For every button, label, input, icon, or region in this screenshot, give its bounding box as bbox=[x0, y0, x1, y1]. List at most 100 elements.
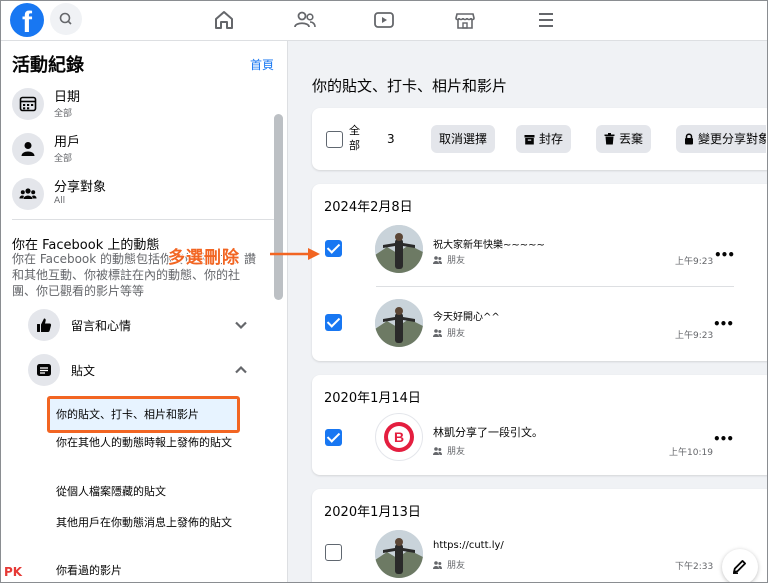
post-audience-label: 朋友 bbox=[447, 447, 466, 457]
post-audience-label: 朋友 bbox=[447, 256, 466, 266]
home-icon[interactable] bbox=[210, 6, 238, 34]
annotation-multi-delete: 多選刪除 bbox=[168, 248, 240, 268]
filter-audience-badge bbox=[12, 178, 44, 210]
archive-icon bbox=[524, 135, 535, 145]
group-date: 2020年1月13日 bbox=[324, 505, 421, 520]
post-checkbox-checked[interactable] bbox=[325, 429, 342, 446]
calendar-icon bbox=[19, 96, 37, 112]
filter-audience-value: All bbox=[54, 196, 66, 206]
post-text: 林凱分享了一段引文。 bbox=[433, 426, 543, 439]
filter-date-badge bbox=[12, 88, 44, 120]
audience-icon bbox=[19, 188, 37, 199]
post-time: 上午10:19 bbox=[669, 448, 713, 458]
activity-log-sidebar: 活動紀錄 首頁 日期 全部 用戶 全部 分享對象 All 你在 Facebook… bbox=[0, 41, 288, 583]
bulk-action-toolbar: 全部 3 取消選擇 封存 丟棄 變更分享對象 bbox=[312, 108, 768, 170]
sub-item-posts-on-others-timeline[interactable]: 你在其他人的動態時報上發佈的貼文 bbox=[56, 435, 236, 451]
post-group-2020-01-13: 2020年1月13日 https://cutt.ly/ 朋友 下午2:33 bbox=[312, 489, 768, 583]
post-text: 祝大家新年快樂~~~~~ bbox=[433, 240, 545, 251]
search-button[interactable] bbox=[50, 3, 82, 35]
watch-icon[interactable] bbox=[370, 6, 398, 34]
category-posts[interactable]: 貼文 bbox=[28, 354, 258, 388]
search-icon bbox=[59, 12, 72, 25]
thumbs-up-icon bbox=[37, 318, 52, 332]
sub-item-others-posts-on-feed[interactable]: 其他用戶在你動態消息上發佈的貼文 bbox=[56, 515, 236, 531]
sub-item-label: 你的貼文、打卡、相片和影片 bbox=[56, 408, 199, 421]
chevron-up-icon bbox=[235, 365, 247, 374]
friends-audience-icon bbox=[433, 561, 442, 569]
compose-button[interactable] bbox=[722, 549, 758, 583]
post-icon bbox=[37, 364, 51, 376]
post-time: 下午2:33 bbox=[675, 562, 714, 572]
logo-letter: f bbox=[22, 6, 32, 37]
page-title: 你的貼文、打卡、相片和影片 bbox=[312, 77, 508, 95]
category-comments-reactions[interactable]: 留言和心情 bbox=[28, 309, 258, 343]
friends-icon[interactable] bbox=[291, 6, 319, 34]
category-badge bbox=[28, 309, 60, 341]
post-checkbox-checked[interactable] bbox=[325, 314, 342, 331]
sub-item-hidden-posts[interactable]: 從個人檔案隱藏的貼文 bbox=[56, 484, 236, 500]
lock-icon bbox=[685, 133, 693, 145]
post-audience: 朋友 bbox=[433, 326, 465, 339]
sub-item-your-posts-active[interactable]: 你的貼文、打卡、相片和影片 bbox=[47, 396, 240, 433]
post-time: 上午9:23 bbox=[675, 257, 714, 267]
filter-date[interactable]: 日期 全部 bbox=[12, 86, 262, 126]
filter-user-value: 全部 bbox=[54, 154, 73, 164]
watermark-logo: PK bbox=[4, 565, 23, 579]
filter-audience-label: 分享對象 bbox=[54, 180, 107, 195]
filter-user[interactable]: 用戶 全部 bbox=[12, 131, 262, 171]
friends-audience-icon bbox=[433, 256, 442, 264]
change-audience-button[interactable]: 變更分享對象 bbox=[676, 125, 766, 153]
post-audience: 朋友 bbox=[433, 558, 465, 571]
change-audience-label: 變更分享對象 bbox=[698, 132, 766, 146]
deselect-button[interactable]: 取消選擇 bbox=[431, 125, 496, 153]
post-avatar-photo bbox=[375, 299, 423, 347]
post-checkbox-checked[interactable] bbox=[325, 240, 342, 257]
select-all-label: 全部 bbox=[349, 124, 360, 152]
home-link[interactable]: 首頁 bbox=[250, 56, 274, 73]
filter-user-label: 用戶 bbox=[54, 135, 81, 150]
trash-button[interactable]: 丟棄 bbox=[596, 125, 652, 153]
post-avatar-quote: B bbox=[375, 413, 423, 461]
friends-audience-icon bbox=[433, 329, 442, 337]
select-all-checkbox[interactable] bbox=[326, 131, 343, 148]
group-date: 2024年2月8日 bbox=[324, 200, 413, 215]
chevron-down-icon bbox=[235, 321, 247, 330]
svg-text:B: B bbox=[394, 429, 404, 445]
group-date: 2020年1月14日 bbox=[324, 391, 421, 406]
post-group-2024-02-08: 2024年2月8日 祝大家新年快樂~~~~~ 朋友 上午9:23 ••• 今天好… bbox=[312, 184, 768, 361]
post-group-2020-01-14: 2020年1月14日 B 林凱分享了一段引文。 朋友 上午10:19 ••• bbox=[312, 375, 768, 475]
post-separator bbox=[376, 286, 734, 287]
trash-icon bbox=[604, 133, 615, 145]
person-icon bbox=[21, 142, 35, 156]
filter-audience[interactable]: 分享對象 All bbox=[12, 176, 262, 216]
post-time: 上午9:23 bbox=[675, 331, 714, 341]
sidebar-divider bbox=[12, 219, 274, 220]
more-options-icon[interactable]: ••• bbox=[713, 432, 734, 446]
marketplace-icon[interactable] bbox=[451, 6, 479, 34]
annotation-arrow-icon bbox=[270, 248, 320, 260]
category-comments-label: 留言和心情 bbox=[71, 319, 132, 333]
filter-date-value: 全部 bbox=[54, 109, 73, 119]
filter-user-badge bbox=[12, 133, 44, 165]
post-audience-label: 朋友 bbox=[447, 329, 466, 339]
archive-label: 封存 bbox=[539, 132, 564, 146]
post-audience: 朋友 bbox=[433, 253, 465, 266]
category-badge bbox=[28, 354, 60, 386]
deselect-label: 取消選擇 bbox=[439, 132, 488, 146]
friends-audience-icon bbox=[433, 447, 442, 455]
facebook-logo[interactable]: f bbox=[10, 3, 44, 37]
more-options-icon[interactable]: ••• bbox=[714, 248, 735, 262]
sidebar-title: 活動紀錄 bbox=[12, 55, 84, 76]
edit-icon bbox=[733, 560, 746, 574]
menu-icon[interactable] bbox=[532, 6, 560, 34]
top-navigation-bar: f bbox=[0, 0, 768, 41]
post-text: https://cutt.ly/ bbox=[433, 540, 504, 551]
trash-label: 丟棄 bbox=[619, 132, 644, 146]
post-avatar-photo bbox=[375, 225, 423, 273]
post-checkbox-unchecked[interactable] bbox=[325, 544, 342, 561]
post-audience-label: 朋友 bbox=[447, 561, 466, 571]
sub-item-watched-videos[interactable]: 你看過的影片 bbox=[56, 563, 236, 579]
archive-button[interactable]: 封存 bbox=[516, 125, 572, 153]
more-options-icon[interactable]: ••• bbox=[713, 317, 734, 331]
sidebar-scrollbar[interactable] bbox=[274, 114, 283, 300]
